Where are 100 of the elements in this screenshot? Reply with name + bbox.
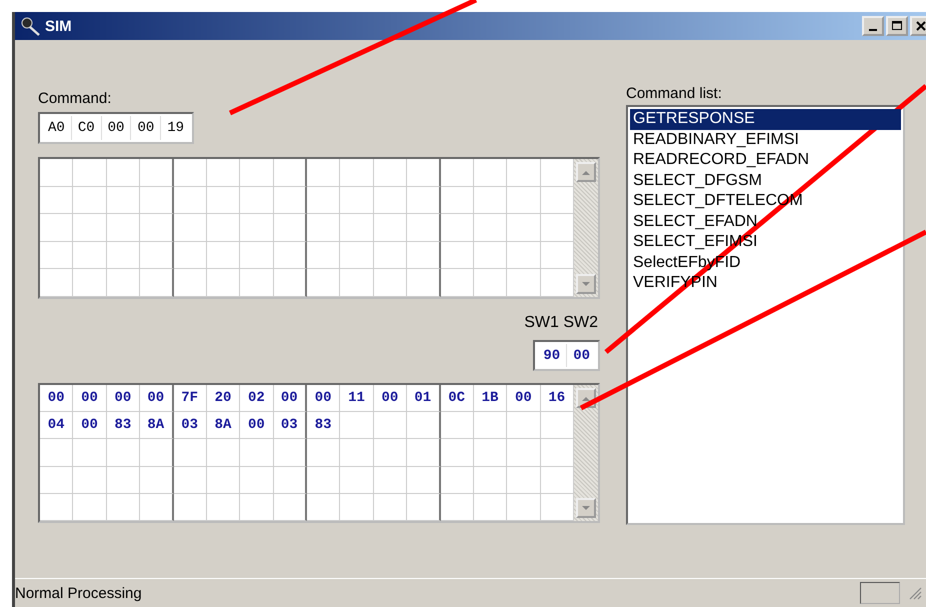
response-byte: 00 — [374, 385, 408, 412]
grid-cell — [474, 242, 508, 270]
grid-cell — [40, 214, 74, 242]
grid-cell — [340, 494, 374, 521]
scrollbar[interactable] — [574, 159, 598, 297]
grid-cell — [507, 186, 541, 214]
grid-cell — [206, 439, 240, 467]
grid-cell — [174, 214, 207, 242]
grid-cell — [407, 242, 440, 270]
grid-cell — [340, 159, 374, 187]
grid-cell — [174, 269, 207, 297]
grid-cell — [474, 269, 508, 297]
response-byte: 00 — [73, 385, 107, 412]
down-arrow-icon — [582, 282, 590, 286]
close-button[interactable] — [910, 16, 926, 36]
command-item[interactable]: SELECT_EFADN — [630, 212, 901, 232]
grid-cell — [507, 466, 541, 494]
grid-cell — [374, 214, 408, 242]
response-byte: 04 — [40, 412, 74, 440]
up-arrow-icon — [582, 396, 590, 400]
grid-cell — [407, 214, 440, 242]
command-field[interactable]: A0 C0 00 00 19 — [38, 112, 194, 144]
grid-cell — [440, 159, 474, 187]
grid-cell — [240, 214, 274, 242]
response-byte: 8A — [140, 412, 174, 440]
response-byte: 03 — [274, 412, 307, 440]
grid-cell — [240, 494, 274, 521]
command-item[interactable]: READBINARY_EFIMSI — [630, 130, 901, 150]
grid-cell — [274, 439, 307, 467]
grid-cell — [40, 439, 74, 467]
maximize-icon — [892, 21, 902, 31]
up-arrow-icon — [582, 170, 590, 174]
grid-cell — [240, 439, 274, 467]
grid-cell — [140, 242, 174, 270]
grid-cell — [206, 269, 240, 297]
maximize-button[interactable] — [886, 16, 908, 36]
grid-cell — [374, 186, 408, 214]
response-byte: 8A — [206, 412, 240, 440]
close-icon — [916, 21, 926, 31]
grid-cell — [307, 439, 340, 467]
grid-cell — [474, 214, 508, 242]
window-title: SIM — [45, 18, 73, 34]
grid-cell — [474, 494, 508, 521]
grid-cell — [206, 466, 240, 494]
grid-cell — [106, 186, 140, 214]
grid-cell — [240, 466, 274, 494]
grid-cell — [106, 214, 140, 242]
scrollbar[interactable] — [574, 385, 598, 521]
grid-cell — [40, 242, 74, 270]
grid-cell — [440, 186, 474, 214]
scroll-down-button[interactable] — [576, 498, 596, 518]
command-byte: A0 — [42, 116, 72, 140]
grid-cell — [40, 159, 74, 187]
magnifier-icon — [19, 16, 41, 36]
grid-cell — [474, 186, 508, 214]
minimize-button[interactable] — [862, 16, 884, 36]
response-byte: 00 — [307, 385, 340, 412]
grid-cell — [73, 466, 107, 494]
status-panel — [860, 582, 900, 604]
grid-cell — [307, 242, 340, 270]
grid-cell — [140, 466, 174, 494]
grid-cell — [407, 186, 440, 214]
grid-cell — [374, 466, 408, 494]
grid-cell — [307, 214, 340, 242]
grid-cell — [40, 494, 74, 521]
grid-cell — [474, 159, 508, 187]
response-byte: 83 — [307, 412, 340, 440]
grid-cell — [73, 214, 107, 242]
response-byte: 00 — [507, 385, 541, 412]
grid-cell — [474, 439, 508, 467]
grid-cell — [140, 214, 174, 242]
grid-cell — [440, 269, 474, 297]
grid-cell — [274, 269, 307, 297]
grid-cell — [140, 186, 174, 214]
grid-cell — [106, 159, 140, 187]
command-item[interactable]: GETRESPONSE — [630, 109, 901, 130]
grid-cell — [73, 494, 107, 521]
grid-cell — [307, 186, 340, 214]
grid-cell — [40, 269, 74, 297]
grid-cell — [440, 439, 474, 467]
grid-cell — [174, 186, 207, 214]
grid-cell — [407, 159, 440, 187]
grid-cell — [407, 466, 440, 494]
response-byte: 11 — [340, 385, 374, 412]
grid-cell — [507, 269, 541, 297]
grid-cell — [40, 466, 74, 494]
response-byte: 0C — [440, 385, 474, 412]
scroll-up-button[interactable] — [576, 162, 596, 182]
command-item[interactable]: SELECT_DFGSM — [630, 170, 901, 191]
grid-cell — [340, 186, 374, 214]
grid-cell — [106, 439, 140, 467]
grid-cell — [240, 159, 274, 187]
response-byte: 02 — [240, 385, 274, 412]
grid-cell — [274, 159, 307, 187]
command-item[interactable]: READRECORD_EFADN — [630, 150, 901, 170]
scroll-down-button[interactable] — [576, 274, 596, 294]
response-byte: 03 — [174, 412, 207, 440]
grid-cell — [73, 269, 107, 297]
response-byte: 7F — [174, 385, 207, 412]
grid-cell — [407, 439, 440, 467]
